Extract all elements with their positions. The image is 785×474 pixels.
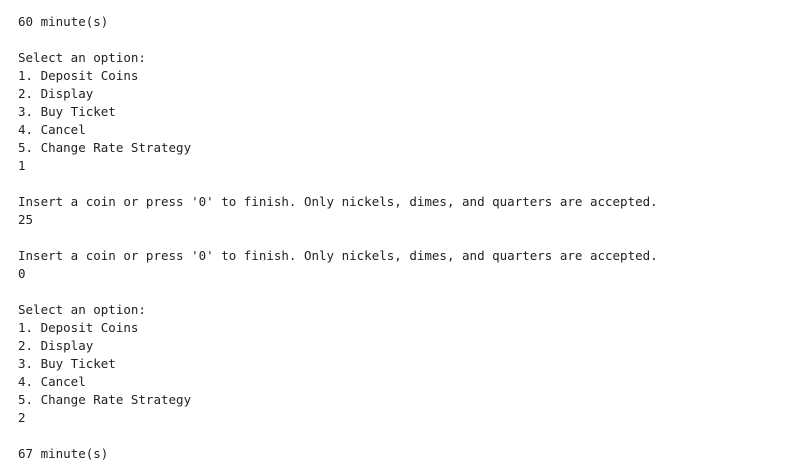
menu-option-buy-ticket: 3. Buy Ticket: [18, 104, 116, 119]
insert-coin-prompt: Insert a coin or press '0' to finish. On…: [18, 248, 658, 263]
menu-prompt: Select an option:: [18, 50, 146, 65]
menu-option-buy-ticket: 3. Buy Ticket: [18, 356, 116, 371]
menu-option-change-rate-strategy: 5. Change Rate Strategy: [18, 392, 192, 407]
console-output[interactable]: 60 minute(s) Select an option: 1. Deposi…: [18, 13, 778, 469]
menu-option-deposit-coins: 1. Deposit Coins: [18, 320, 139, 335]
user-input-line: 25: [18, 212, 34, 227]
menu-option-cancel: 4. Cancel: [18, 122, 86, 137]
user-input-line: 2: [18, 410, 26, 425]
menu-prompt: Select an option:: [18, 302, 146, 317]
minutes-output-line: 67 minute(s): [18, 446, 109, 461]
user-input-line: 0: [18, 266, 26, 281]
menu-option-cancel: 4. Cancel: [18, 374, 86, 389]
user-input-line: 1: [18, 158, 26, 173]
menu-option-change-rate-strategy: 5. Change Rate Strategy: [18, 140, 192, 155]
minutes-output-line: 60 minute(s): [18, 14, 109, 29]
menu-option-display: 2. Display: [18, 338, 94, 353]
insert-coin-prompt: Insert a coin or press '0' to finish. On…: [18, 194, 658, 209]
menu-option-display: 2. Display: [18, 86, 94, 101]
menu-option-deposit-coins: 1. Deposit Coins: [18, 68, 139, 83]
